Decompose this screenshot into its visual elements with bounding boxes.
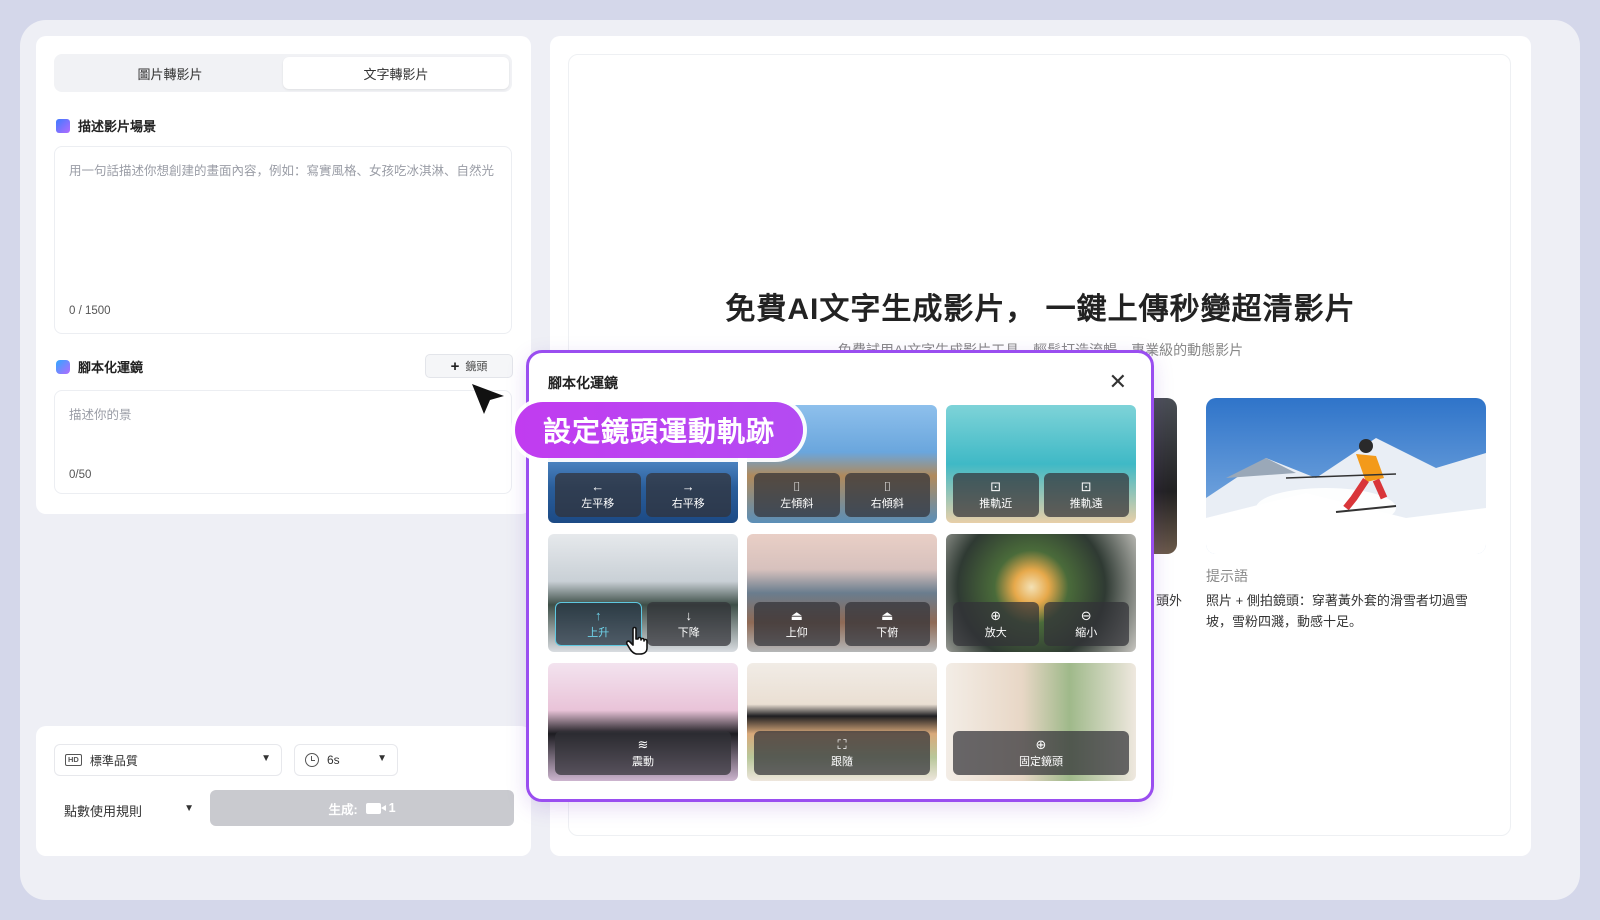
zoom-out-icon: ⊖ bbox=[1080, 607, 1092, 623]
arrow-left-icon: ← bbox=[591, 478, 605, 494]
plus-icon: + bbox=[450, 357, 460, 375]
script-counter: 0/50 bbox=[69, 469, 92, 481]
tile-follow: ⛶ 跟隨 bbox=[747, 663, 937, 781]
look-up-button[interactable]: ⏏ 上仰 bbox=[754, 602, 840, 646]
quality-select[interactable]: HD 標準品質 ▼ bbox=[54, 744, 282, 776]
clock-icon bbox=[305, 753, 319, 767]
zoom-out-button[interactable]: ⊖ 縮小 bbox=[1043, 602, 1129, 646]
zoom-in-button[interactable]: ⊕ 放大 bbox=[953, 602, 1039, 646]
look-down-button[interactable]: ⏏ 下俯 bbox=[844, 602, 930, 646]
arrow-right-icon: → bbox=[681, 478, 695, 494]
popup-title: 腳本化運鏡 bbox=[548, 375, 618, 391]
hd-icon: HD bbox=[65, 754, 82, 766]
tilt-right-icon: ⌷ bbox=[883, 478, 892, 494]
close-icon[interactable]: ✕ bbox=[1109, 371, 1127, 393]
tile-fixed: ⊕ 固定鏡頭 bbox=[946, 663, 1136, 781]
pull-out-button[interactable]: ⊡ 推軌遠 bbox=[1043, 473, 1129, 517]
crosshair-icon: ⊕ bbox=[1035, 736, 1047, 752]
tilt-up-icon: ⏏ bbox=[790, 607, 803, 623]
zoom-in-icon: ⊕ bbox=[990, 607, 1002, 623]
tilt-left-icon: ⌷ bbox=[792, 478, 801, 494]
script-title: 腳本化運鏡 bbox=[56, 357, 143, 376]
mode-tabs: 圖片轉影片 文字轉影片 bbox=[54, 54, 512, 92]
arrow-down-icon: ↓ bbox=[685, 607, 693, 623]
generate-button[interactable]: 生成: 1 bbox=[210, 790, 514, 826]
rules-select[interactable]: 點數使用規則 ▼ bbox=[64, 798, 194, 822]
chevron-down-icon: ▼ bbox=[184, 803, 194, 814]
video-camera-icon bbox=[365, 802, 386, 814]
cursor-arrow-icon bbox=[472, 384, 504, 414]
wave-icon: ≋ bbox=[637, 736, 649, 752]
frame-corners-icon: ⛶ bbox=[837, 736, 847, 752]
chevron-down-icon: ▼ bbox=[261, 753, 271, 764]
camera-icon bbox=[56, 359, 70, 374]
tile-pitch: ⏏ 上仰 ⏏ 下俯 bbox=[747, 534, 937, 652]
hand-cursor-icon bbox=[625, 626, 648, 655]
follow-button[interactable]: ⛶ 跟隨 bbox=[754, 731, 930, 775]
callout-ribbon: 設定鏡頭運動軌跡 bbox=[515, 402, 804, 458]
shake-button[interactable]: ≋ 震動 bbox=[555, 731, 731, 775]
example-text: 照片 + 側拍鏡頭：穿著黃外套的滑雪者切過雪坡，雪粉四濺，動感十足。 bbox=[1206, 593, 1468, 629]
example-text-partial: 頭外 bbox=[1156, 593, 1183, 608]
example-label: 提示語 bbox=[1206, 568, 1248, 584]
push-in-button[interactable]: ⊡ 推軌近 bbox=[953, 473, 1039, 517]
tab-image-to-video[interactable]: 圖片轉影片 bbox=[57, 57, 283, 89]
describe-title: 描述影片場景 bbox=[56, 116, 156, 135]
tile-dolly: ⊡ 推軌近 ⊡ 推軌遠 bbox=[946, 405, 1136, 523]
arrow-up-icon: ↑ bbox=[595, 607, 602, 623]
describe-placeholder: 用一句話描述你想創建的畫面內容，例如：寫實風格、女孩吃冰淇淋、自然光 bbox=[69, 164, 495, 178]
tilt-right-button[interactable]: ⌷ 右傾斜 bbox=[844, 473, 930, 517]
hero-title: 免費AI文字生成影片， 一鍵上傳秒變超清影片 bbox=[725, 293, 1356, 326]
duration-select[interactable]: 6s ▼ bbox=[294, 744, 398, 776]
describe-counter: 0 / 1500 bbox=[69, 305, 111, 317]
tile-shake: ≋ 震動 bbox=[548, 663, 738, 781]
focus-in-icon: ⊡ bbox=[990, 478, 1002, 494]
tilt-left-button[interactable]: ⌷ 左傾斜 bbox=[754, 473, 840, 517]
generate-panel: HD 標準品質 ▼ 6s ▼ 點數使用規則 ▼ 生成: 1 bbox=[36, 726, 531, 856]
edit-doc-icon bbox=[56, 118, 70, 133]
focus-out-icon: ⊡ bbox=[1080, 478, 1092, 494]
script-placeholder: 描述你的景 bbox=[69, 408, 132, 422]
tilt-down-icon: ⏏ bbox=[881, 607, 894, 623]
tab-text-to-video[interactable]: 文字轉影片 bbox=[283, 57, 509, 89]
fixed-camera-button[interactable]: ⊕ 固定鏡頭 bbox=[953, 731, 1129, 775]
pan-right-button[interactable]: → 右平移 bbox=[645, 473, 731, 517]
app-frame: 圖片轉影片 文字轉影片 描述影片場景 用一句話描述你想創建的畫面內容，例如：寫實… bbox=[20, 20, 1580, 900]
tile-zoom: ⊕ 放大 ⊖ 縮小 bbox=[946, 534, 1136, 652]
example-image-skier[interactable] bbox=[1206, 398, 1486, 554]
pan-left-button[interactable]: ← 左平移 bbox=[555, 473, 641, 517]
fall-button[interactable]: ↓ 下降 bbox=[646, 602, 731, 646]
left-panel: 圖片轉影片 文字轉影片 描述影片場景 用一句話描述你想創建的畫面內容，例如：寫實… bbox=[36, 36, 531, 514]
describe-textarea[interactable]: 用一句話描述你想創建的畫面內容，例如：寫實風格、女孩吃冰淇淋、自然光 0 / 1… bbox=[54, 146, 512, 334]
chevron-down-icon: ▼ bbox=[377, 753, 387, 764]
script-textarea[interactable]: 描述你的景 0/50 bbox=[54, 390, 512, 494]
add-shot-button[interactable]: + 鏡頭 bbox=[425, 354, 513, 378]
